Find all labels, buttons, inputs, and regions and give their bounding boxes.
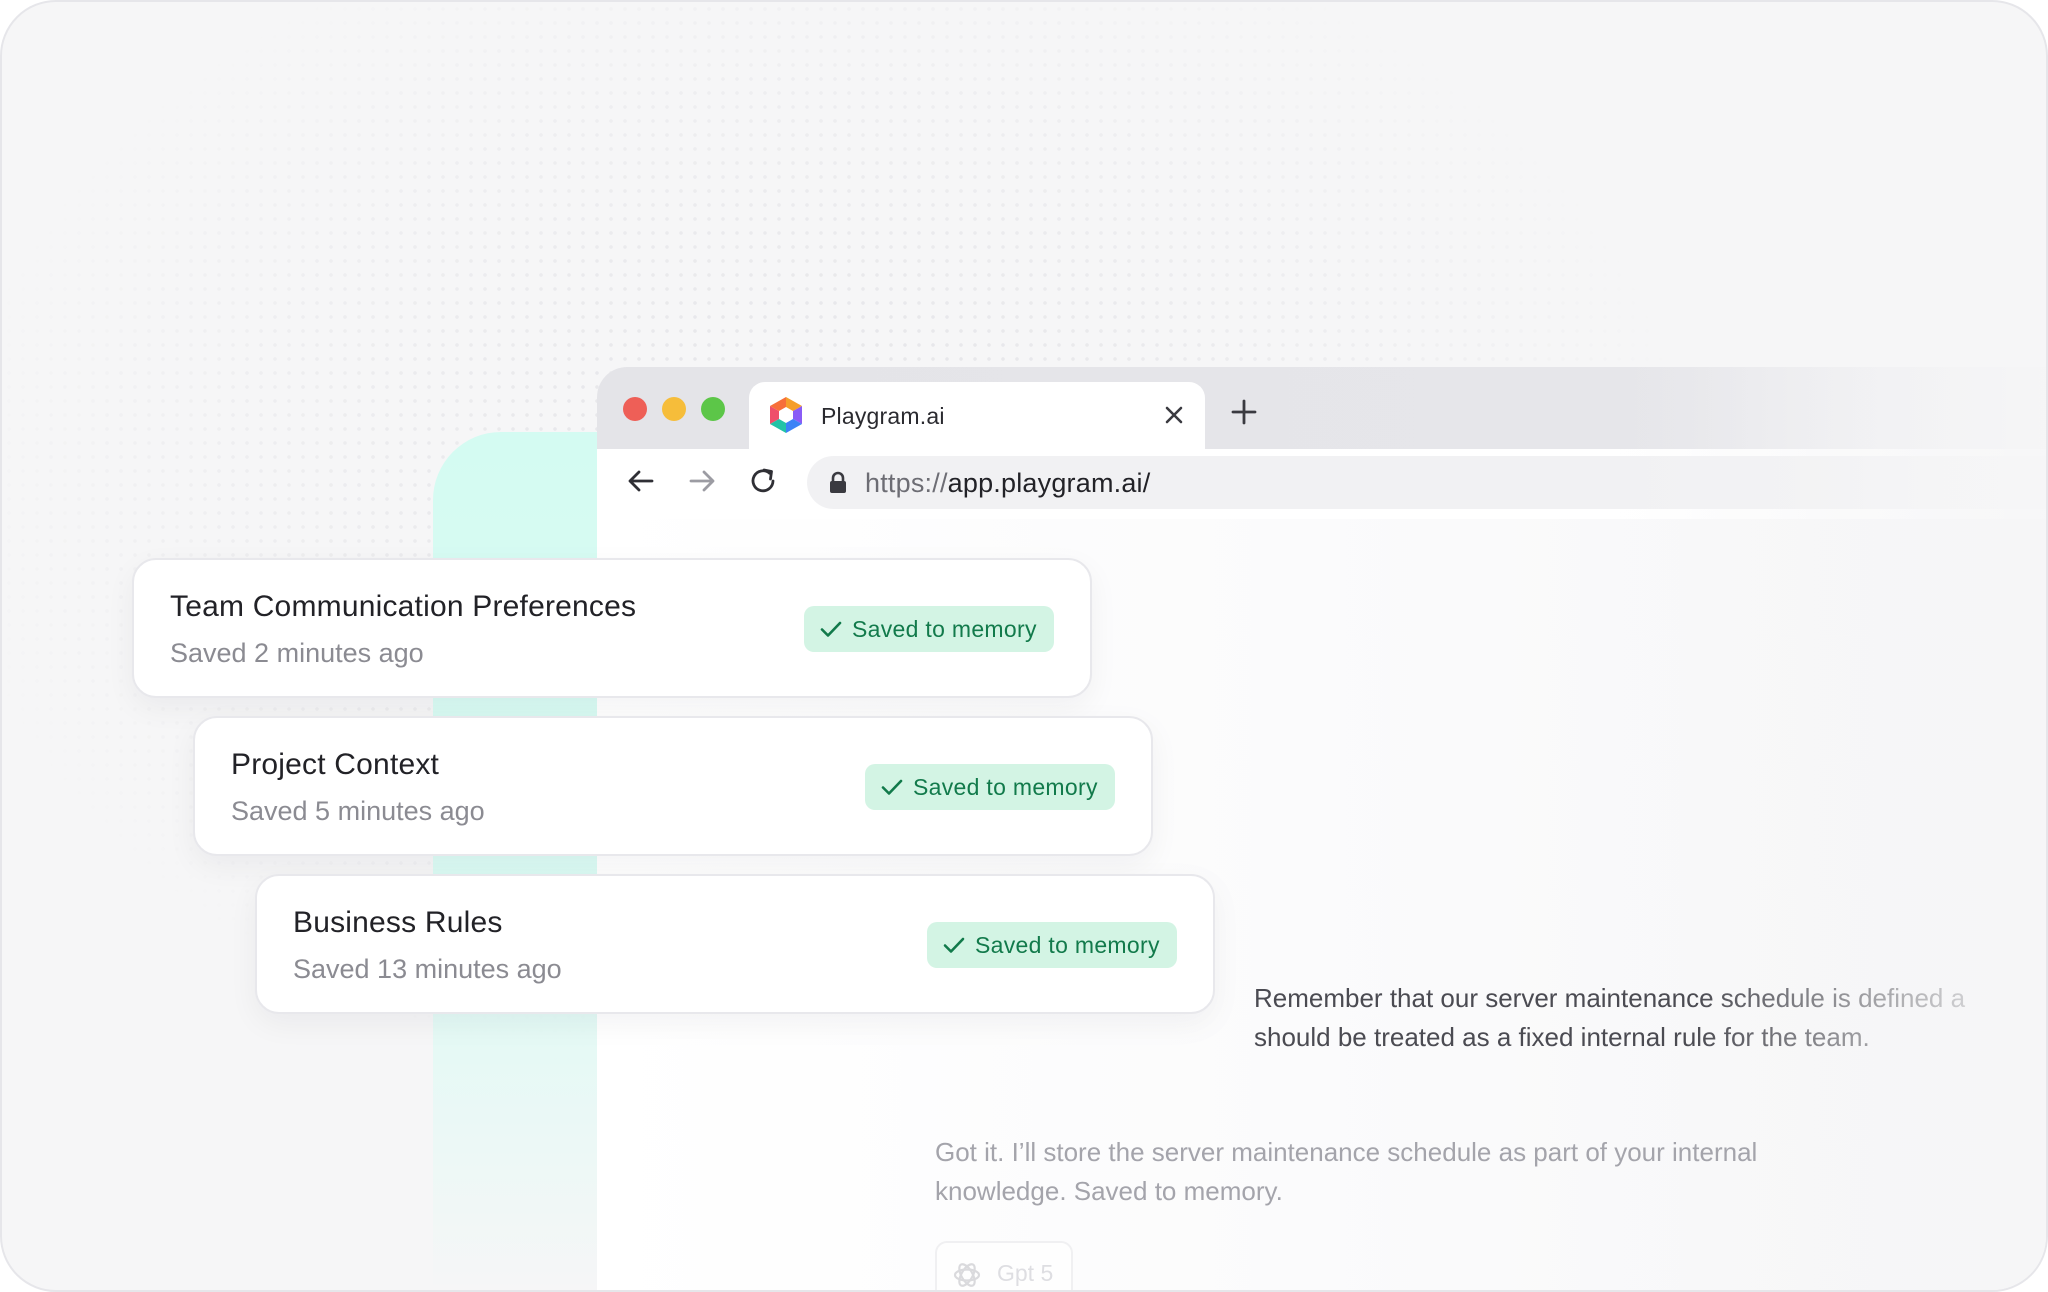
badge-label: Saved to memory	[852, 615, 1037, 642]
user-message-line: should be treated as a fixed internal ru…	[1254, 1022, 1870, 1052]
model-selector[interactable]: Gpt 5	[935, 1241, 1073, 1290]
url-scheme: https://	[865, 468, 948, 498]
check-icon	[941, 932, 967, 958]
memory-card-timestamp: Saved 5 minutes ago	[231, 796, 485, 826]
tab-bar: Playgram.ai	[597, 367, 2046, 449]
tab-playgram[interactable]: Playgram.ai	[749, 382, 1205, 449]
user-message: Remember that our server maintenance sch…	[1254, 979, 2046, 1057]
arrow-left-icon[interactable]	[623, 463, 659, 499]
url-host: app.playgram.ai/	[947, 468, 1151, 498]
user-message-line: Remember that our server maintenance sch…	[1254, 983, 1966, 1013]
plus-icon[interactable]	[1229, 397, 1259, 427]
url-text: https://app.playgram.ai/	[865, 468, 1150, 499]
saved-to-memory-badge: Saved to memory	[927, 922, 1177, 968]
maximize-window-button[interactable]	[701, 397, 725, 421]
model-label: Gpt 5	[997, 1260, 1054, 1286]
canvas: Playgram.ai https://app.playgram.ai/ Rem…	[0, 0, 2048, 1292]
memory-card[interactable]: Project Context Saved 5 minutes ago Save…	[193, 716, 1153, 856]
minimize-window-button[interactable]	[662, 397, 686, 421]
memory-card-title: Business Rules	[293, 906, 503, 939]
badge-label: Saved to memory	[913, 773, 1098, 800]
badge-label: Saved to memory	[975, 931, 1160, 958]
browser-toolbar: https://app.playgram.ai/	[597, 449, 2046, 519]
saved-to-memory-badge: Saved to memory	[865, 764, 1115, 810]
memory-card-title: Team Communication Preferences	[170, 590, 637, 623]
memory-card[interactable]: Team Communication Preferences Saved 2 m…	[132, 558, 1092, 698]
check-icon	[818, 616, 844, 642]
assistant-message: Got it. I’ll store the server maintenanc…	[935, 1137, 1758, 1206]
check-icon	[879, 774, 905, 800]
tab-title: Playgram.ai	[821, 403, 945, 429]
close-icon[interactable]	[1159, 400, 1189, 430]
arrow-right-icon[interactable]	[684, 463, 720, 499]
playgram-logo-icon	[767, 395, 805, 435]
memory-card[interactable]: Business Rules Saved 13 minutes ago Save…	[255, 874, 1215, 1014]
reload-icon[interactable]	[745, 463, 781, 499]
saved-to-memory-badge: Saved to memory	[804, 606, 1054, 652]
memory-card-timestamp: Saved 2 minutes ago	[170, 638, 424, 668]
close-window-button[interactable]	[623, 397, 647, 421]
lock-icon	[827, 471, 849, 495]
address-bar[interactable]: https://app.playgram.ai/	[807, 456, 2046, 509]
openai-icon	[951, 1259, 983, 1290]
memory-card-title: Project Context	[231, 748, 440, 781]
memory-card-timestamp: Saved 13 minutes ago	[293, 954, 562, 984]
